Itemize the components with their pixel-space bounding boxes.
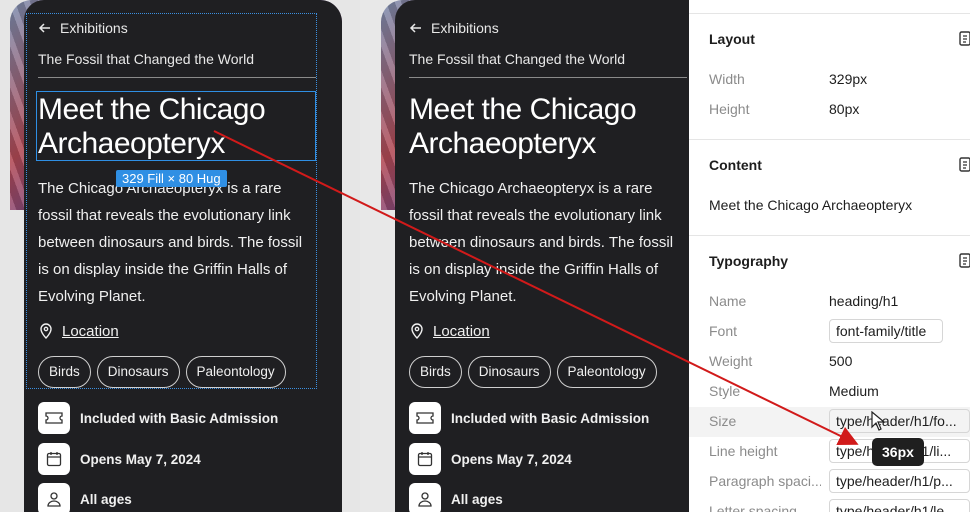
info-row-ages: All ages xyxy=(38,483,132,512)
copy-icon[interactable] xyxy=(959,30,970,46)
exhibit-description: The Chicago Archaeopteryx is a rare foss… xyxy=(409,180,674,305)
prop-value-letter-spacing[interactable]: type/header/h1/le... xyxy=(829,499,970,512)
calendar-icon xyxy=(38,443,70,475)
prop-value-weight[interactable]: 500 xyxy=(829,353,852,369)
value-tooltip: 36px xyxy=(872,438,924,466)
arrow-left-icon xyxy=(409,23,421,33)
prop-label-height: Height xyxy=(709,101,750,117)
prop-label-line-height: Line height xyxy=(709,443,778,459)
info-row-admission: Included with Basic Admission xyxy=(409,402,649,434)
section-title-typography: Typography xyxy=(709,253,789,269)
info-label: All ages xyxy=(80,491,132,507)
prop-label-style: Style xyxy=(709,383,741,399)
exhibit-heading[interactable]: Meet the Chicago Archaeopteryx xyxy=(409,93,709,161)
prop-value-name[interactable]: heading/h1 xyxy=(829,293,898,309)
prop-label-letter-spacing: Letter spacing xyxy=(709,503,797,512)
copy-icon[interactable] xyxy=(959,252,970,268)
panel-top-divider xyxy=(689,0,970,14)
mouse-cursor-icon xyxy=(871,411,885,431)
info-row-admission: Included with Basic Admission xyxy=(38,402,278,434)
detail-sheet: Exhibitions The Fossil that Changed the … xyxy=(395,0,713,512)
person-icon xyxy=(409,483,441,512)
info-row-opens: Opens May 7, 2024 xyxy=(38,443,201,475)
prop-label-name: Name xyxy=(709,293,747,309)
tag-chip[interactable]: Paleontology xyxy=(556,356,657,388)
prop-label-size: Size xyxy=(709,413,737,429)
prop-label-paragraph-spacing: Paragraph spaci... xyxy=(709,473,821,489)
selection-outline-container xyxy=(26,13,317,389)
location-pin-icon xyxy=(411,323,423,339)
ticket-icon xyxy=(409,402,441,434)
selection-outline-heading[interactable] xyxy=(36,91,316,161)
prop-value-style[interactable]: Medium xyxy=(829,383,879,399)
content-value[interactable]: Meet the Chicago Archaeopteryx xyxy=(709,197,912,213)
prop-value-paragraph-spacing[interactable]: type/header/h1/p... xyxy=(829,469,970,493)
calendar-icon xyxy=(409,443,441,475)
prop-value-width[interactable]: 329px xyxy=(829,71,867,87)
info-row-opens: Opens May 7, 2024 xyxy=(409,443,572,475)
info-label: Included with Basic Admission xyxy=(451,410,650,426)
section-divider xyxy=(689,235,970,236)
tag-chip[interactable]: Birds xyxy=(409,356,462,388)
person-icon xyxy=(38,483,70,512)
section-divider xyxy=(689,139,970,140)
location-link[interactable]: Location xyxy=(409,322,490,340)
prop-value-font[interactable]: font-family/title xyxy=(829,319,943,343)
section-title-content: Content xyxy=(709,157,762,173)
prop-label-font: Font xyxy=(709,323,738,339)
prop-label-width: Width xyxy=(709,71,745,87)
section-title-layout: Layout xyxy=(709,31,755,47)
tag-chip[interactable]: Dinosaurs xyxy=(467,356,551,388)
info-row-ages: All ages xyxy=(409,483,503,512)
tag-list: Birds Dinosaurs Paleontology xyxy=(409,356,657,388)
info-label: Opens May 7, 2024 xyxy=(451,451,572,467)
prop-label-weight: Weight xyxy=(709,353,753,369)
back-label: Exhibitions xyxy=(431,20,499,36)
selection-size-badge: 329 Fill × 80 Hug xyxy=(116,170,227,187)
info-label: Opens May 7, 2024 xyxy=(80,451,201,467)
location-label: Location xyxy=(433,322,490,340)
divider xyxy=(409,77,687,78)
prop-value-height[interactable]: 80px xyxy=(829,101,859,117)
copy-icon[interactable] xyxy=(959,156,970,172)
back-link[interactable]: Exhibitions xyxy=(409,20,499,36)
ticket-icon xyxy=(38,402,70,434)
frame-preview[interactable]: Exhibitions The Fossil that Changed the … xyxy=(381,0,713,512)
inspect-panel: Layout Width 329px Height 80px Content M… xyxy=(689,0,970,512)
prop-value-size[interactable]: type/header/h1/fo... xyxy=(829,409,970,433)
info-label: Included with Basic Admission xyxy=(80,410,279,426)
info-label: All ages xyxy=(451,491,503,507)
exhibit-subtitle: The Fossil that Changed the World xyxy=(409,51,626,67)
